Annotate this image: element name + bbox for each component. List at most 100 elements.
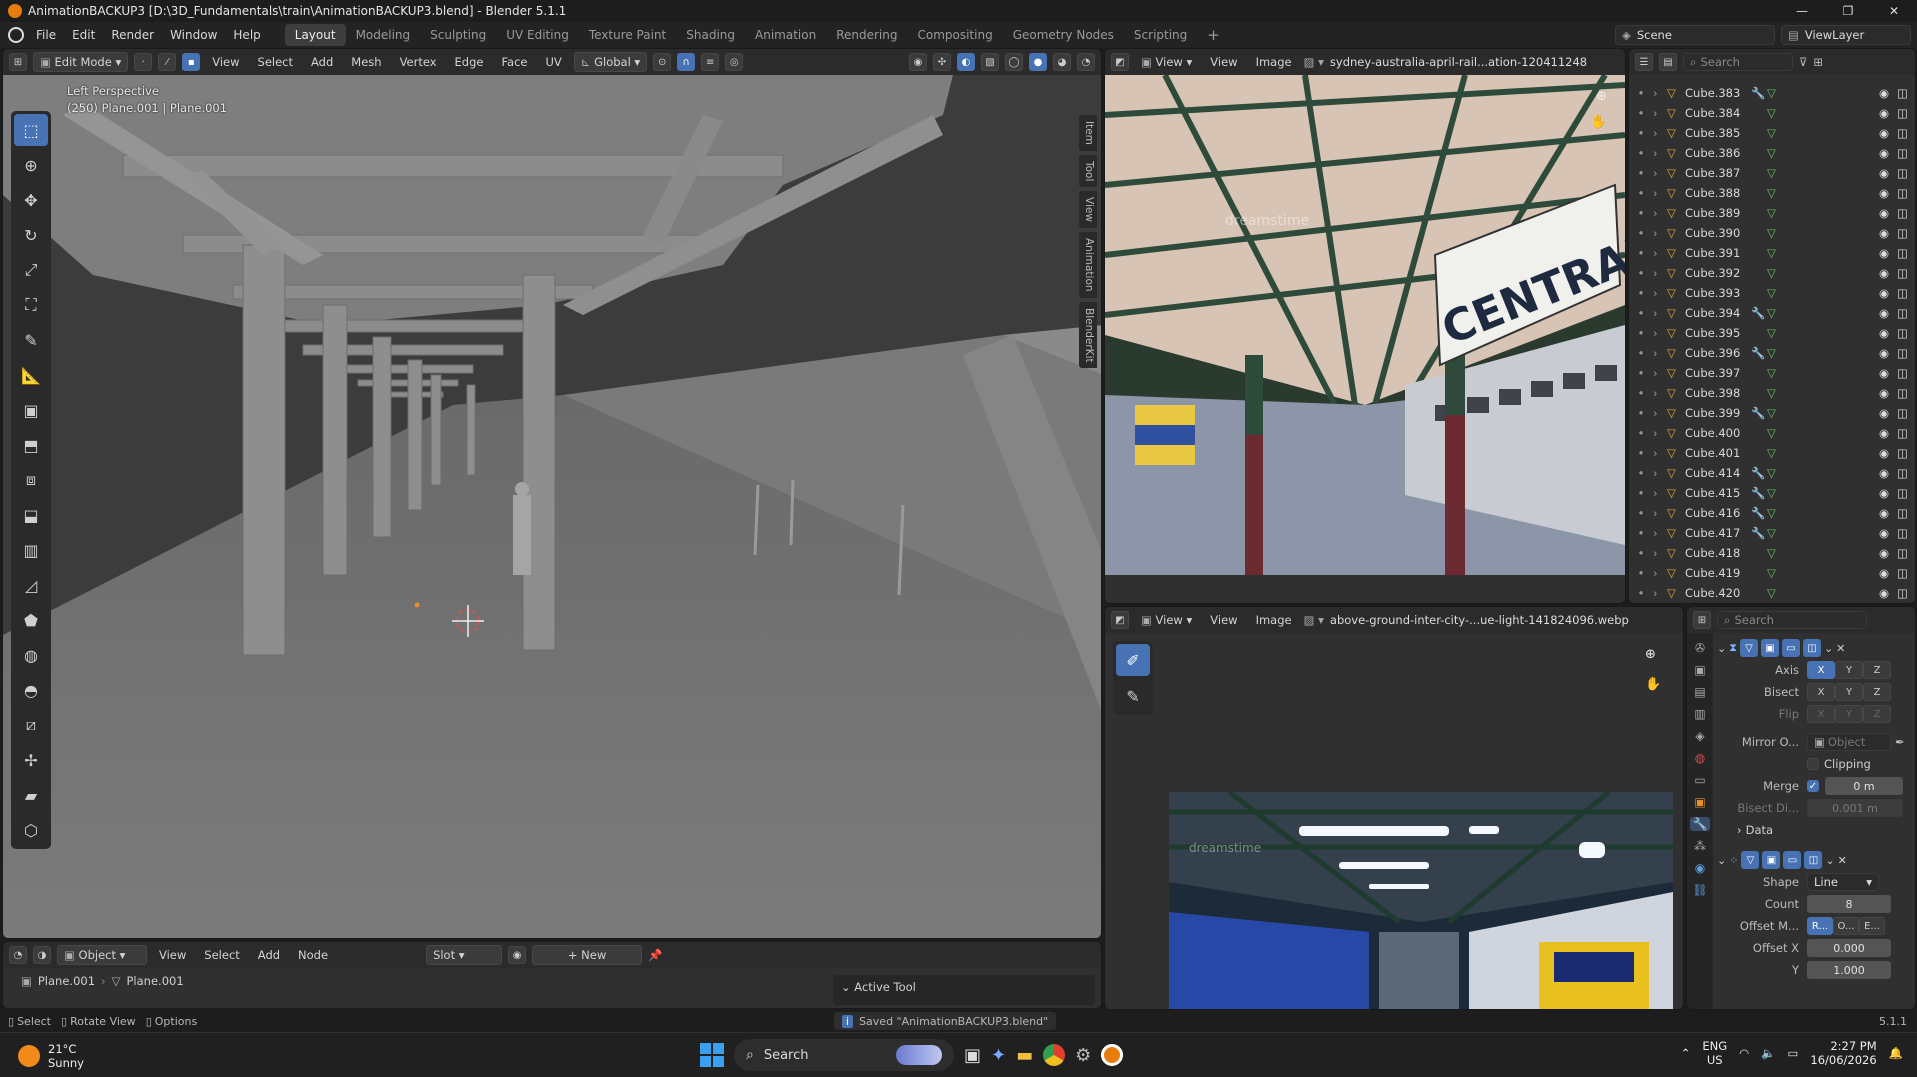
data-subpanel[interactable]: › Data <box>1717 819 1911 841</box>
workspace-tab-layout[interactable]: Layout <box>284 24 346 46</box>
offset-x-field[interactable]: 0.000 <box>1807 939 1891 957</box>
object-name[interactable]: Cube.386 <box>1685 146 1751 160</box>
task-view-icon[interactable]: ▣ <box>964 1045 981 1066</box>
render-camera-icon[interactable]: ◫ <box>1897 386 1915 400</box>
remove-modifier-icon[interactable]: ✕ <box>1836 642 1845 655</box>
zoom-icon[interactable]: ⊕ <box>1596 89 1607 104</box>
array-viewport-toggle-icon[interactable]: ▭ <box>1783 851 1802 869</box>
sidebar-tab-item[interactable]: Item <box>1079 115 1097 151</box>
visibility-eye-icon[interactable]: ◉ <box>1879 286 1897 300</box>
gizmo-icon[interactable]: ✣ <box>933 53 951 71</box>
menu-uv[interactable]: UV <box>540 53 568 71</box>
snap-icon[interactable]: ∩ <box>677 53 696 71</box>
material-browse-icon[interactable]: ◉ <box>508 946 527 964</box>
object-name[interactable]: Cube.415 <box>1685 486 1751 500</box>
expand-arrow-icon[interactable]: › <box>1653 266 1667 280</box>
expand-arrow-icon[interactable]: › <box>1653 526 1667 540</box>
render-camera-icon[interactable]: ◫ <box>1897 306 1915 320</box>
image-menu-image[interactable]: Image <box>1250 53 1298 71</box>
render-camera-icon[interactable]: ◫ <box>1897 566 1915 580</box>
render-camera-icon[interactable]: ◫ <box>1897 266 1915 280</box>
render-tab-icon[interactable]: ▣ <box>1694 663 1705 677</box>
expand-arrow-icon[interactable]: › <box>1653 126 1667 140</box>
expand-arrow-icon[interactable]: › <box>1653 386 1667 400</box>
object-type-dropdown[interactable]: ▣ Object ▾ <box>57 945 147 965</box>
active-tool-panel[interactable]: ⌄ Active Tool <box>833 975 1095 1005</box>
tool-tab-icon[interactable]: ✇ <box>1695 641 1705 655</box>
weather-widget[interactable]: 21°C Sunny <box>18 1042 84 1070</box>
workspace-tab-compositing[interactable]: Compositing <box>907 24 1002 46</box>
object-name[interactable]: Cube.384 <box>1685 106 1751 120</box>
inset-tool-icon[interactable]: ⧈ <box>14 464 48 496</box>
editmode-toggle-icon[interactable]: ▣ <box>1760 639 1779 657</box>
workspace-tab-texture-paint[interactable]: Texture Paint <box>579 24 676 46</box>
sidebar-tab-animation[interactable]: Animation <box>1079 232 1097 298</box>
menu-mesh[interactable]: Mesh <box>345 53 387 71</box>
scene-selector[interactable]: ◈ Scene <box>1615 25 1775 45</box>
settings-gear-icon[interactable]: ⚙ <box>1075 1045 1091 1066</box>
object-name[interactable]: Cube.401 <box>1685 446 1751 460</box>
image-bottom-menu-view[interactable]: View <box>1204 611 1243 629</box>
menu-window[interactable]: Window <box>162 28 225 42</box>
axis-y-toggle[interactable]: Y <box>1835 661 1863 679</box>
outliner-row[interactable]: • › ▽ Cube.417 🔧 ▽ ◉ ◫ <box>1629 523 1915 543</box>
pan-hand-icon[interactable]: ✋ <box>1591 115 1607 130</box>
object-name[interactable]: Cube.420 <box>1685 586 1751 600</box>
bisect-distance-field[interactable]: 0.001 m <box>1807 799 1903 817</box>
eyedropper-icon[interactable]: ✒ <box>1895 735 1905 749</box>
smooth-tool-icon[interactable]: ◓ <box>14 674 48 706</box>
render-camera-icon[interactable]: ◫ <box>1897 86 1915 100</box>
view-layer-tab-icon[interactable]: ▥ <box>1694 707 1705 721</box>
visibility-eye-icon[interactable]: ◉ <box>1879 566 1897 580</box>
offset-y-field[interactable]: 1.000 <box>1807 961 1891 979</box>
render-camera-icon[interactable]: ◫ <box>1897 186 1915 200</box>
measure-tool-icon[interactable]: 📐 <box>14 359 48 391</box>
object-name[interactable]: Cube.414 <box>1685 466 1751 480</box>
render-camera-icon[interactable]: ◫ <box>1897 286 1915 300</box>
sidebar-tab-tool[interactable]: Tool <box>1079 154 1097 188</box>
chrome-icon[interactable] <box>1043 1044 1066 1066</box>
shear-tool-icon[interactable]: ▰ <box>14 779 48 811</box>
add-workspace-button[interactable]: + <box>1197 22 1230 48</box>
sidebar-tab-blenderkit[interactable]: BlenderKit <box>1079 301 1097 369</box>
outliner-row[interactable]: • › ▽ Cube.414 🔧 ▽ ◉ ◫ <box>1629 463 1915 483</box>
copilot-icon[interactable]: ✦ <box>991 1045 1006 1066</box>
shader-menu-node[interactable]: Node <box>292 946 334 964</box>
loop-cut-tool-icon[interactable]: ▥ <box>14 534 48 566</box>
expand-arrow-icon[interactable]: › <box>1653 406 1667 420</box>
collection-tab-icon[interactable]: ▭ <box>1694 773 1705 787</box>
outliner-row[interactable]: • › ▽ Cube.385 ▽ ◉ ◫ <box>1629 123 1915 143</box>
outliner-row[interactable]: • › ▽ Cube.419 ▽ ◉ ◫ <box>1629 563 1915 583</box>
outliner-row[interactable]: • › ▽ Cube.387 ▽ ◉ ◫ <box>1629 163 1915 183</box>
breadcrumb-mesh[interactable]: Plane.001 <box>127 974 184 988</box>
expand-arrow-icon[interactable]: › <box>1653 486 1667 500</box>
render-camera-icon[interactable]: ◫ <box>1897 466 1915 480</box>
collapse-array-icon[interactable]: ⌄ <box>1717 854 1726 867</box>
tray-chevron-icon[interactable]: ⌃ <box>1681 1046 1691 1060</box>
object-name[interactable]: Cube.391 <box>1685 246 1751 260</box>
array-dropdown-icon[interactable]: ⌄ <box>1825 854 1834 867</box>
bisect-y-toggle[interactable]: Y <box>1835 683 1863 701</box>
shrink-fatten-tool-icon[interactable]: ✢ <box>14 744 48 776</box>
render-camera-icon[interactable]: ◫ <box>1897 406 1915 420</box>
visibility-eye-icon[interactable]: ◉ <box>1879 366 1897 380</box>
close-button[interactable]: ✕ <box>1871 0 1917 22</box>
shading-solid-icon[interactable]: ● <box>1029 53 1047 71</box>
face-select-icon[interactable]: ▪ <box>182 53 201 71</box>
menu-file[interactable]: File <box>28 28 64 42</box>
bisect-z-toggle[interactable]: Z <box>1863 683 1891 701</box>
render-camera-icon[interactable]: ◫ <box>1897 346 1915 360</box>
outliner-row[interactable]: • › ▽ Cube.400 ▽ ◉ ◫ <box>1629 423 1915 443</box>
expand-arrow-icon[interactable]: › <box>1653 446 1667 460</box>
expand-arrow-icon[interactable]: › <box>1653 246 1667 260</box>
vertex-select-icon[interactable]: · <box>134 53 153 71</box>
object-name[interactable]: Cube.395 <box>1685 326 1751 340</box>
minimize-button[interactable]: — <box>1779 0 1825 22</box>
physics-tab-icon[interactable]: ◉ <box>1695 861 1705 875</box>
merge-distance-field[interactable]: 0 m <box>1825 777 1903 795</box>
shader-menu-view[interactable]: View <box>153 946 192 964</box>
object-name[interactable]: Cube.400 <box>1685 426 1751 440</box>
render-camera-icon[interactable]: ◫ <box>1897 426 1915 440</box>
outliner-row[interactable]: • › ▽ Cube.389 ▽ ◉ ◫ <box>1629 203 1915 223</box>
visibility-eye-icon[interactable]: ◉ <box>1879 446 1897 460</box>
